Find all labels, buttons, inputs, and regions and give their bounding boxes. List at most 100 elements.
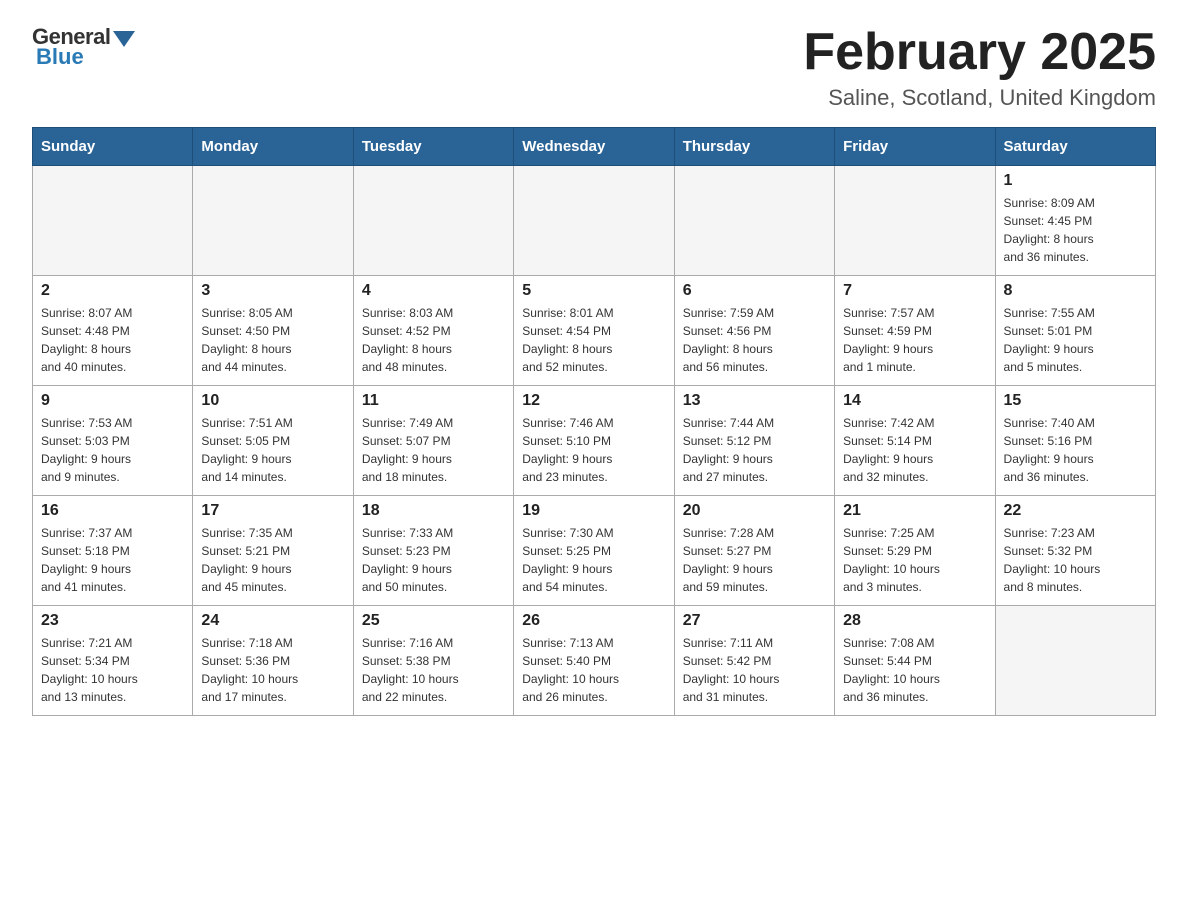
col-wednesday: Wednesday [514, 128, 674, 166]
day-info: Sunrise: 7:35 AM Sunset: 5:21 PM Dayligh… [201, 524, 344, 596]
col-friday: Friday [835, 128, 995, 166]
day-info: Sunrise: 7:18 AM Sunset: 5:36 PM Dayligh… [201, 634, 344, 706]
day-info: Sunrise: 7:11 AM Sunset: 5:42 PM Dayligh… [683, 634, 826, 706]
day-number: 24 [201, 612, 344, 630]
day-info: Sunrise: 8:09 AM Sunset: 4:45 PM Dayligh… [1004, 194, 1147, 266]
day-number: 11 [362, 392, 505, 410]
calendar-cell: 15 Sunrise: 7:40 AM Sunset: 5:16 PM Dayli… [995, 386, 1155, 496]
day-info: Sunrise: 8:01 AM Sunset: 4:54 PM Dayligh… [522, 304, 665, 376]
calendar-cell: 6 Sunrise: 7:59 AM Sunset: 4:56 PM Daylig… [674, 276, 834, 386]
calendar-cell: 11Sunrise: 7:49 AM Sunset: 5:07 PM Dayli… [353, 386, 513, 496]
day-info: Sunrise: 7:40 AM Sunset: 5:16 PM Dayligh… [1004, 414, 1147, 486]
day-number: 9 [41, 392, 184, 410]
day-number: 5 [522, 282, 665, 300]
day-number: 15 [1004, 392, 1147, 410]
col-monday: Monday [193, 128, 353, 166]
calendar-cell [835, 166, 995, 276]
day-info: Sunrise: 7:46 AM Sunset: 5:10 PM Dayligh… [522, 414, 665, 486]
calendar-cell: 25Sunrise: 7:16 AM Sunset: 5:38 PM Dayli… [353, 606, 513, 716]
calendar-cell [514, 166, 674, 276]
day-number: 16 [41, 502, 184, 520]
calendar-cell: 3 Sunrise: 8:05 AM Sunset: 4:50 PM Daylig… [193, 276, 353, 386]
day-number: 23 [41, 612, 184, 630]
calendar-cell [193, 166, 353, 276]
calendar-cell [33, 166, 193, 276]
calendar-cell: 17 Sunrise: 7:35 AM Sunset: 5:21 PM Dayli… [193, 496, 353, 606]
col-tuesday: Tuesday [353, 128, 513, 166]
calendar-subtitle: Saline, Scotland, United Kingdom [803, 85, 1156, 111]
day-info: Sunrise: 7:21 AM Sunset: 5:34 PM Dayligh… [41, 634, 184, 706]
calendar-cell: 8 Sunrise: 7:55 AM Sunset: 5:01 PM Daylig… [995, 276, 1155, 386]
day-number: 17 [201, 502, 344, 520]
calendar-week-4: 16 Sunrise: 7:37 AM Sunset: 5:18 PM Dayli… [33, 496, 1156, 606]
day-number: 8 [1004, 282, 1147, 300]
calendar-week-1: 1 Sunrise: 8:09 AM Sunset: 4:45 PM Daylig… [33, 166, 1156, 276]
logo: General Blue [32, 24, 135, 70]
day-number: 28 [843, 612, 986, 630]
day-number: 6 [683, 282, 826, 300]
calendar-cell: 28 Sunrise: 7:08 AM Sunset: 5:44 PM Dayli… [835, 606, 995, 716]
day-number: 19 [522, 502, 665, 520]
day-number: 14 [843, 392, 986, 410]
calendar-cell: 27 Sunrise: 7:11 AM Sunset: 5:42 PM Dayli… [674, 606, 834, 716]
day-info: Sunrise: 7:13 AM Sunset: 5:40 PM Dayligh… [522, 634, 665, 706]
calendar-cell: 9Sunrise: 7:53 AM Sunset: 5:03 PM Daylig… [33, 386, 193, 496]
logo-blue-label: Blue [36, 44, 84, 69]
calendar-cell: 7Sunrise: 7:57 AM Sunset: 4:59 PM Daylig… [835, 276, 995, 386]
col-thursday: Thursday [674, 128, 834, 166]
calendar-cell [995, 606, 1155, 716]
day-number: 3 [201, 282, 344, 300]
calendar-cell: 21 Sunrise: 7:25 AM Sunset: 5:29 PM Dayli… [835, 496, 995, 606]
calendar-cell: 4Sunrise: 8:03 AM Sunset: 4:52 PM Daylig… [353, 276, 513, 386]
calendar-cell: 18 Sunrise: 7:33 AM Sunset: 5:23 PM Dayli… [353, 496, 513, 606]
calendar-title: February 2025 [803, 24, 1156, 81]
calendar-cell: 5 Sunrise: 8:01 AM Sunset: 4:54 PM Daylig… [514, 276, 674, 386]
title-area: February 2025 Saline, Scotland, United K… [803, 24, 1156, 111]
day-info: Sunrise: 7:08 AM Sunset: 5:44 PM Dayligh… [843, 634, 986, 706]
day-info: Sunrise: 7:44 AM Sunset: 5:12 PM Dayligh… [683, 414, 826, 486]
calendar-cell: 10 Sunrise: 7:51 AM Sunset: 5:05 PM Dayli… [193, 386, 353, 496]
calendar-week-5: 23 Sunrise: 7:21 AM Sunset: 5:34 PM Dayli… [33, 606, 1156, 716]
day-number: 13 [683, 392, 826, 410]
day-number: 2 [41, 282, 184, 300]
day-info: Sunrise: 8:03 AM Sunset: 4:52 PM Dayligh… [362, 304, 505, 376]
day-number: 20 [683, 502, 826, 520]
calendar-cell: 19Sunrise: 7:30 AM Sunset: 5:25 PM Dayli… [514, 496, 674, 606]
day-info: Sunrise: 7:37 AM Sunset: 5:18 PM Dayligh… [41, 524, 184, 596]
col-saturday: Saturday [995, 128, 1155, 166]
day-info: Sunrise: 7:23 AM Sunset: 5:32 PM Dayligh… [1004, 524, 1147, 596]
calendar-cell: 22 Sunrise: 7:23 AM Sunset: 5:32 PM Dayli… [995, 496, 1155, 606]
calendar-cell: 24 Sunrise: 7:18 AM Sunset: 5:36 PM Dayli… [193, 606, 353, 716]
day-info: Sunrise: 7:55 AM Sunset: 5:01 PM Dayligh… [1004, 304, 1147, 376]
day-number: 1 [1004, 172, 1147, 190]
day-info: Sunrise: 7:25 AM Sunset: 5:29 PM Dayligh… [843, 524, 986, 596]
day-number: 26 [522, 612, 665, 630]
calendar-week-3: 9Sunrise: 7:53 AM Sunset: 5:03 PM Daylig… [33, 386, 1156, 496]
header-row: Sunday Monday Tuesday Wednesday Thursday… [33, 128, 1156, 166]
calendar-cell [674, 166, 834, 276]
day-info: Sunrise: 8:07 AM Sunset: 4:48 PM Dayligh… [41, 304, 184, 376]
day-number: 22 [1004, 502, 1147, 520]
logo-triangle-icon [113, 31, 135, 47]
day-number: 10 [201, 392, 344, 410]
day-info: Sunrise: 7:33 AM Sunset: 5:23 PM Dayligh… [362, 524, 505, 596]
calendar-cell: 23 Sunrise: 7:21 AM Sunset: 5:34 PM Dayli… [33, 606, 193, 716]
calendar-body: 1 Sunrise: 8:09 AM Sunset: 4:45 PM Daylig… [33, 166, 1156, 716]
day-info: Sunrise: 8:05 AM Sunset: 4:50 PM Dayligh… [201, 304, 344, 376]
day-info: Sunrise: 7:59 AM Sunset: 4:56 PM Dayligh… [683, 304, 826, 376]
day-number: 7 [843, 282, 986, 300]
day-info: Sunrise: 7:16 AM Sunset: 5:38 PM Dayligh… [362, 634, 505, 706]
day-number: 27 [683, 612, 826, 630]
calendar-cell: 13 Sunrise: 7:44 AM Sunset: 5:12 PM Dayli… [674, 386, 834, 496]
page-header: General Blue February 2025 Saline, Scotl… [32, 24, 1156, 111]
calendar-cell: 26 Sunrise: 7:13 AM Sunset: 5:40 PM Dayli… [514, 606, 674, 716]
calendar-cell: 16 Sunrise: 7:37 AM Sunset: 5:18 PM Dayli… [33, 496, 193, 606]
day-number: 21 [843, 502, 986, 520]
day-number: 18 [362, 502, 505, 520]
calendar-cell: 2 Sunrise: 8:07 AM Sunset: 4:48 PM Daylig… [33, 276, 193, 386]
calendar-cell: 14Sunrise: 7:42 AM Sunset: 5:14 PM Dayli… [835, 386, 995, 496]
day-info: Sunrise: 7:51 AM Sunset: 5:05 PM Dayligh… [201, 414, 344, 486]
calendar-cell: 20Sunrise: 7:28 AM Sunset: 5:27 PM Dayli… [674, 496, 834, 606]
col-sunday: Sunday [33, 128, 193, 166]
logo-blue-text: Blue [36, 44, 84, 70]
